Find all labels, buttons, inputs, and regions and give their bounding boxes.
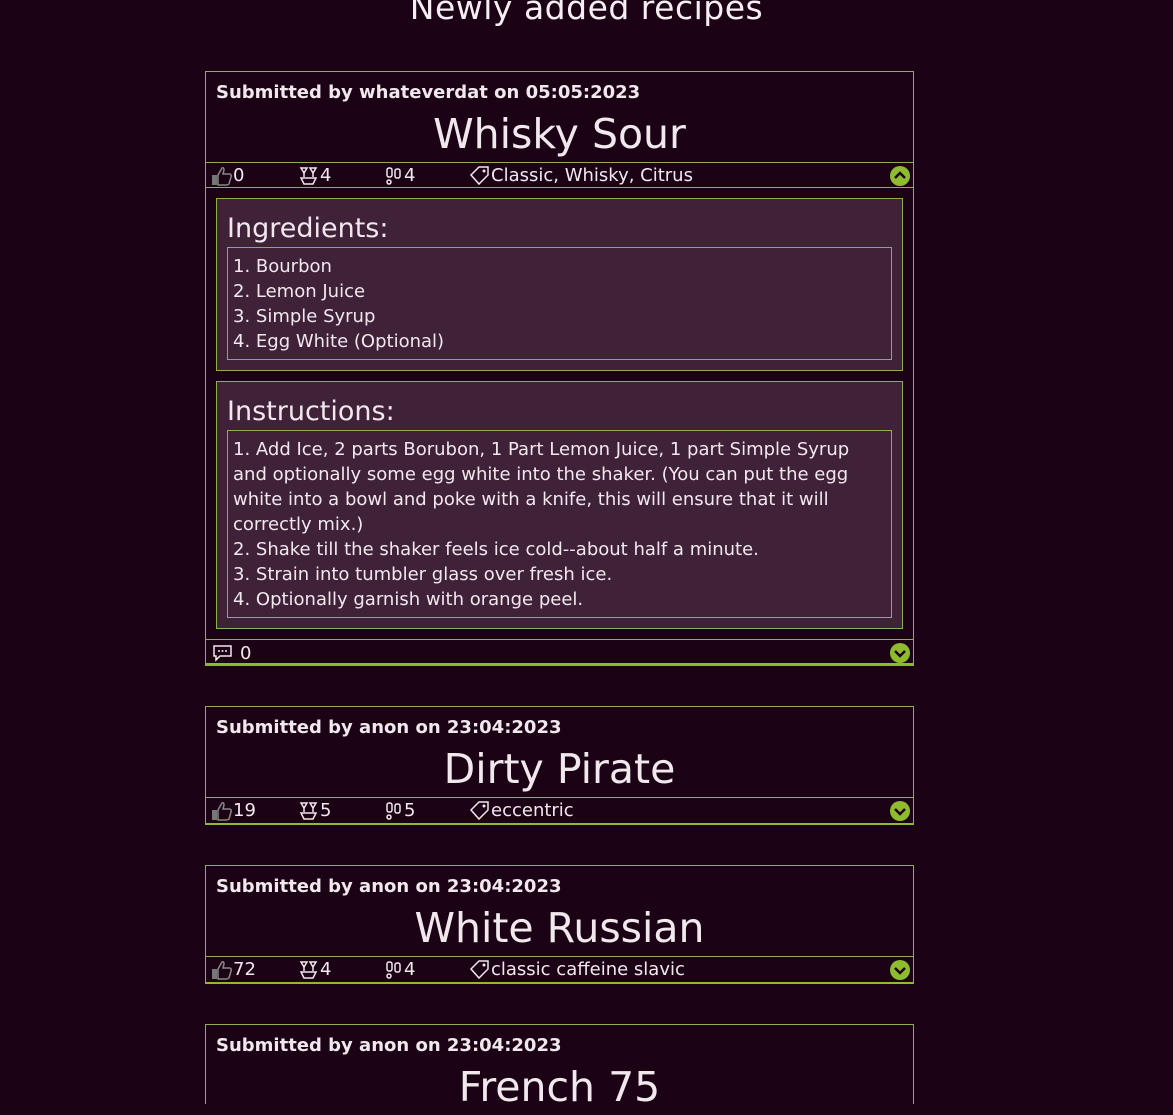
instruction-step: 2. Shake till the shaker feels ice cold-… xyxy=(233,539,759,560)
ingredients-list: 1. Bourbon 2. Lemon Juice 3. Simple Syru… xyxy=(227,247,892,360)
recipe-meta: 0 4 4 Classic, Whisky, Citrus xyxy=(206,163,913,188)
ingredient-item: 3. Simple Syrup xyxy=(233,306,376,327)
chevron-down-icon xyxy=(894,808,906,816)
tags-text: eccentric xyxy=(491,800,574,821)
instruction-step: 1. Add Ice, 2 parts Borubon, 1 Part Lemo… xyxy=(233,439,850,535)
page-title: Newly added recipes xyxy=(409,0,764,27)
instructions-list: 1. Add Ice, 2 parts Borubon, 1 Part Lemo… xyxy=(227,430,892,618)
ingredients-section: Ingredients: 1. Bourbon 2. Lemon Juice 3… xyxy=(216,198,903,371)
recipe-tags: Classic, Whisky, Citrus xyxy=(469,163,693,188)
glasses-icon xyxy=(299,960,318,979)
tag-icon xyxy=(469,800,489,820)
tags-text: Classic, Whisky, Citrus xyxy=(491,165,693,186)
expand-button[interactable] xyxy=(890,801,910,821)
instruction-step: 4. Optionally garnish with orange peel. xyxy=(233,589,584,610)
recipe-name[interactable]: French 75 xyxy=(206,1059,913,1115)
tags-text: classic caffeine slavic xyxy=(491,959,685,980)
tag-icon xyxy=(469,165,489,185)
servings-icon xyxy=(386,960,401,979)
recipe-header: Submitted by anon on 23:04:2023 French 7… xyxy=(206,1025,913,1115)
like-count: 0 xyxy=(233,165,245,186)
comments-button[interactable]: 0 xyxy=(212,640,251,666)
recipe-name[interactable]: White Russian xyxy=(206,900,913,956)
recipe-header: Submitted by anon on 23:04:2023 White Ru… xyxy=(206,866,913,957)
recipe-tags: classic caffeine slavic xyxy=(469,957,685,982)
servings-value: 5 xyxy=(404,800,416,821)
instructions-title: Instructions: xyxy=(227,396,395,427)
tag-icon xyxy=(469,959,489,979)
recipe-card: Submitted by anon on 23:04:2023 Dirty Pi… xyxy=(205,706,914,825)
recipe-meta: 72 4 4 classic caffeine slavic xyxy=(206,957,913,982)
comment-count: 0 xyxy=(240,642,252,664)
glasses-value: 5 xyxy=(320,800,332,821)
comment-icon xyxy=(213,645,232,662)
like-count: 72 xyxy=(233,959,256,980)
submitted-by: Submitted by anon on 23:04:2023 xyxy=(216,717,562,738)
submitted-by: Submitted by anon on 23:04:2023 xyxy=(216,1035,562,1056)
submitted-by: Submitted by whateverdat on 05:05:2023 xyxy=(216,82,641,103)
glasses-value: 4 xyxy=(320,959,332,980)
glasses-count: 5 xyxy=(298,798,331,823)
glasses-count: 4 xyxy=(298,163,331,188)
chevron-down-icon xyxy=(894,650,906,658)
recipe-header: Submitted by whateverdat on 05:05:2023 W… xyxy=(206,72,913,163)
chevron-up-icon xyxy=(894,171,906,179)
servings-count: 4 xyxy=(384,957,415,982)
servings-count: 5 xyxy=(384,798,415,823)
collapse-button[interactable] xyxy=(890,166,910,186)
recipe-name[interactable]: Whisky Sour xyxy=(206,106,913,162)
expand-button[interactable] xyxy=(890,960,910,980)
instructions-section: Instructions: 1. Add Ice, 2 parts Borubo… xyxy=(216,381,903,629)
thumbs-up-icon xyxy=(212,801,233,821)
recipe-name[interactable]: Dirty Pirate xyxy=(206,741,913,797)
recipe-header: Submitted by anon on 23:04:2023 Dirty Pi… xyxy=(206,707,913,798)
chevron-down-icon xyxy=(894,967,906,975)
thumbs-up-icon xyxy=(212,166,233,186)
thumbs-up-icon xyxy=(212,960,233,980)
servings-icon xyxy=(386,166,401,185)
like-button[interactable]: 0 xyxy=(211,163,244,188)
servings-icon xyxy=(386,801,401,820)
ingredients-title: Ingredients: xyxy=(227,213,389,244)
instruction-step: 3. Strain into tumbler glass over fresh … xyxy=(233,564,613,585)
glasses-count: 4 xyxy=(298,957,331,982)
servings-value: 4 xyxy=(404,165,416,186)
like-button[interactable]: 19 xyxy=(211,798,256,823)
ingredient-item: 4. Egg White (Optional) xyxy=(233,331,445,352)
submitted-by: Submitted by anon on 23:04:2023 xyxy=(216,876,562,897)
ingredient-item: 1. Bourbon xyxy=(233,256,332,277)
recipe-card: Submitted by whateverdat on 05:05:2023 W… xyxy=(205,71,914,666)
recipe-meta: 19 5 5 eccentric xyxy=(206,798,913,823)
recipe-card: Submitted by anon on 23:04:2023 French 7… xyxy=(205,1024,914,1111)
glasses-value: 4 xyxy=(320,165,332,186)
recipe-tags: eccentric xyxy=(469,798,574,823)
like-count: 19 xyxy=(233,800,256,821)
expand-comments-button[interactable] xyxy=(890,643,910,663)
servings-value: 4 xyxy=(404,959,416,980)
comments-bar: 0 xyxy=(206,639,913,665)
glasses-icon xyxy=(299,166,318,185)
ingredient-item: 2. Lemon Juice xyxy=(233,281,366,302)
like-button[interactable]: 72 xyxy=(211,957,256,982)
recipe-card: Submitted by anon on 23:04:2023 White Ru… xyxy=(205,865,914,984)
servings-count: 4 xyxy=(384,163,415,188)
glasses-icon xyxy=(299,801,318,820)
